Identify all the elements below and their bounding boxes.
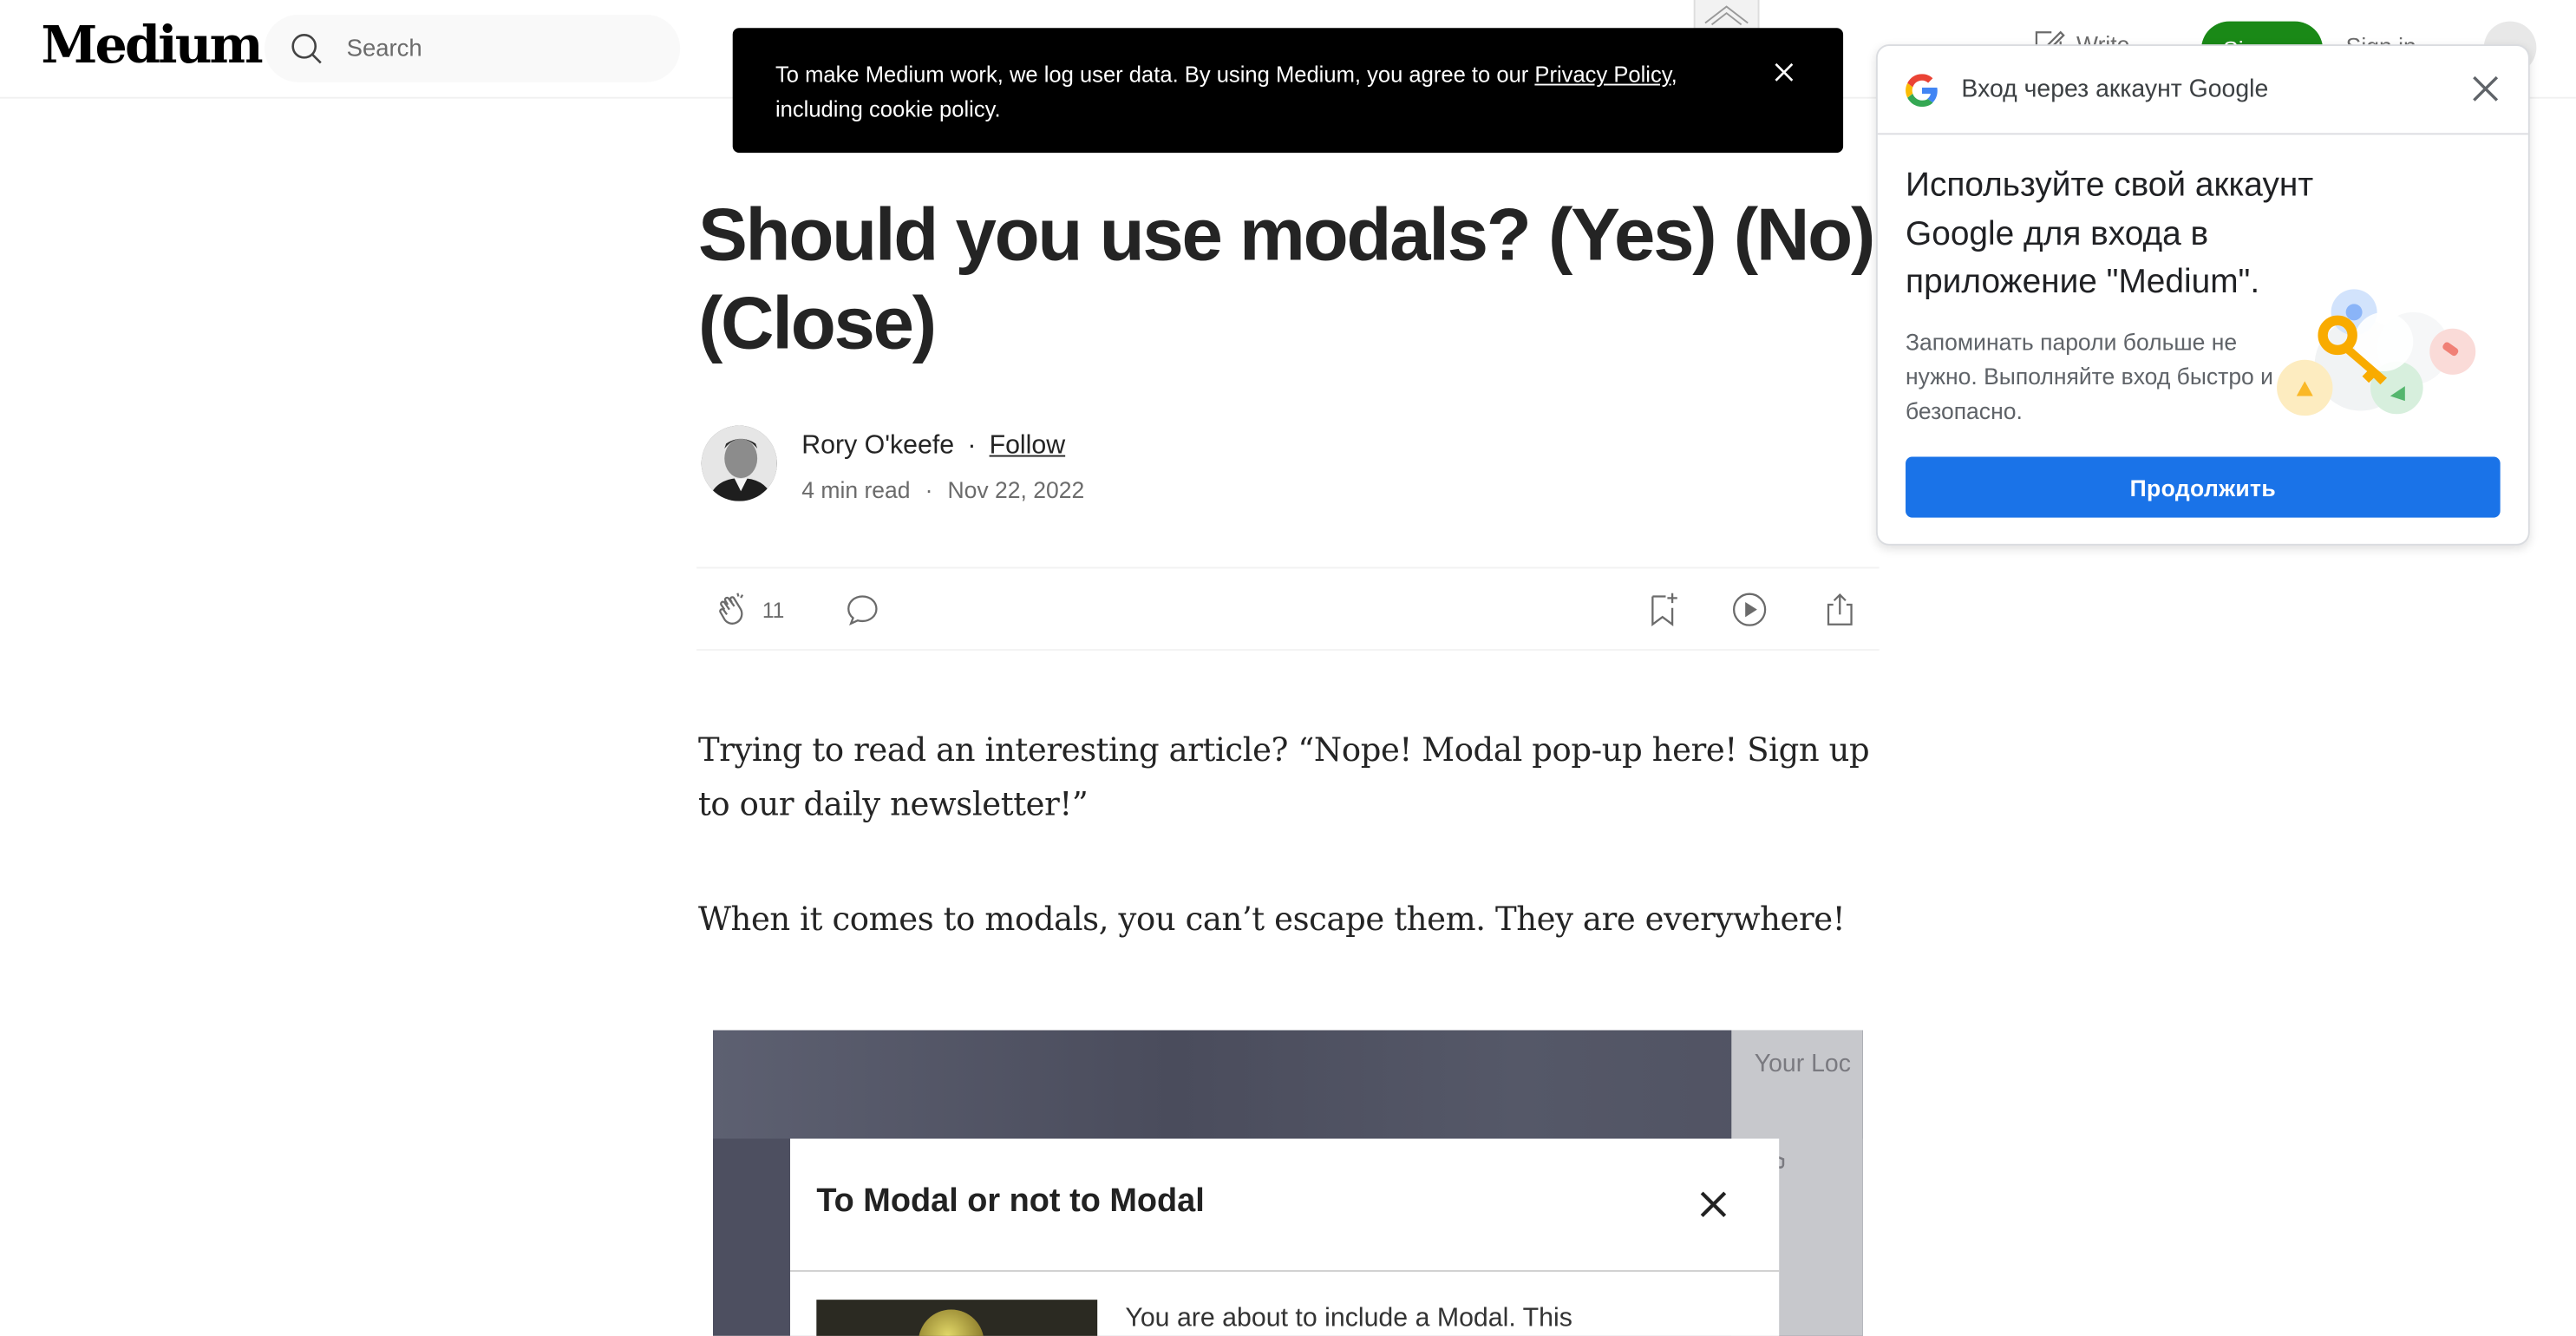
google-panel-heading: Используйте свой аккаунт Google для вход… [1906,166,2314,301]
cookie-text-before: To make Medium work, we log user data. B… [775,62,1535,88]
author-avatar[interactable] [701,425,777,501]
listen-button[interactable] [1729,590,1769,629]
play-icon [1732,593,1767,626]
close-icon[interactable] [1769,57,1799,87]
cookie-banner-text: To make Medium work, we log user data. B… [775,57,1712,127]
article-meta: 4 min read · Nov 22, 2022 [801,476,1084,502]
article-title: Should you use modals? (Yes) (No) (Close… [697,192,1875,365]
google-logo-icon [1906,74,1938,108]
clap-count: 11 [762,597,785,622]
privacy-policy-link[interactable]: Privacy Policy [1534,62,1670,87]
publish-date: Nov 22, 2022 [947,476,1085,503]
save-button[interactable] [1643,590,1682,629]
author-line: Rory O'keefe · Follow [801,432,1065,462]
clap-button[interactable]: 11 [713,590,784,629]
share-icon [1827,593,1853,625]
close-icon [1700,1191,1727,1218]
key-illustration [2277,289,2476,416]
search-box[interactable] [264,15,681,82]
author-name[interactable]: Rory O'keefe [801,432,954,462]
google-signin-panel: Вход через аккаунт Google Используйте св… [1875,44,2530,546]
article-paragraph: Trying to read an interesting article? “… [697,730,1870,823]
article-paragraph: When it comes to modals, you can’t escap… [697,900,1846,939]
close-icon[interactable] [2471,74,2501,103]
google-panel-header: Вход через аккаунт Google [1877,46,2528,135]
figure-background [712,1030,1863,1139]
figure-modal-image [816,1300,1098,1336]
comment-button[interactable] [843,590,882,629]
figure-modal-dialog: To Modal or not to Modal You are about t… [790,1138,1780,1336]
clap-icon [719,593,744,625]
separator-dot: · [967,432,977,461]
figure-modal-title: To Modal or not to Modal [816,1182,1205,1220]
medium-logo[interactable]: Medium [41,16,263,75]
google-panel-title: Вход через аккаунт Google [1961,75,2269,104]
search-input[interactable] [346,15,659,82]
comment-icon [847,595,878,625]
article-actions-bar: 11 [696,566,1880,652]
figure-modal-body: You are about to include a Modal. This [1125,1304,1572,1333]
share-button[interactable] [1821,590,1860,629]
author-photo [701,425,777,501]
cookie-banner: To make Medium work, we log user data. B… [732,28,1844,154]
figure-side-text: Your Loc [1754,1050,1851,1078]
follow-link[interactable]: Follow [990,432,1066,462]
separator-dot: · [925,476,933,503]
article-figure: Your Loc To Modal or not to Modal You ar… [712,1030,1863,1336]
google-continue-button[interactable]: Продолжить [1906,456,2501,518]
chevron-up-icon [1704,5,1749,26]
google-panel-description: Запоминать пароли больше не нужно. Выпол… [1906,328,2274,424]
collapse-tab[interactable] [1693,0,1760,30]
search-icon [291,34,322,64]
bookmark-icon [1651,593,1677,626]
figure-modal-divider [790,1270,1780,1272]
read-time: 4 min read [801,476,911,503]
